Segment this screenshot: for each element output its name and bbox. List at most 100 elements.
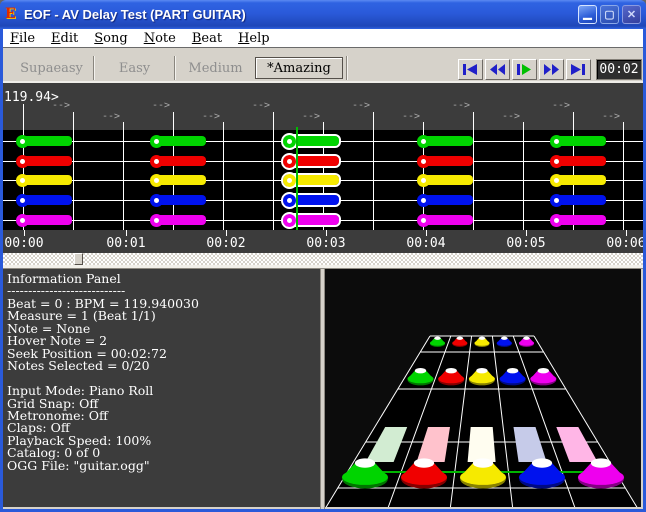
note[interactable] — [16, 214, 29, 227]
note[interactable] — [150, 194, 163, 207]
beat-line-header — [273, 112, 274, 130]
beat-line-header — [373, 112, 374, 130]
note-tail[interactable] — [22, 175, 72, 185]
note[interactable] — [16, 194, 29, 207]
note[interactable] — [283, 214, 296, 227]
note[interactable] — [150, 174, 163, 187]
timeline[interactable]: 00:0000:0100:0200:0300:0400:0500:06 — [3, 230, 643, 253]
note[interactable] — [283, 194, 296, 207]
note[interactable] — [550, 174, 563, 187]
note[interactable] — [417, 135, 430, 148]
note[interactable] — [550, 155, 563, 168]
gem-top-highlight — [591, 458, 611, 467]
note-tail[interactable] — [423, 156, 473, 166]
note-tail[interactable] — [156, 215, 206, 225]
go-to-start-button[interactable] — [458, 59, 483, 80]
note[interactable] — [16, 135, 29, 148]
note[interactable] — [417, 194, 430, 207]
minimize-button[interactable]: ▁ — [578, 5, 597, 24]
tab-easy[interactable]: Easy — [95, 57, 174, 79]
note[interactable] — [417, 155, 430, 168]
note-tail[interactable] — [556, 156, 606, 166]
gem-top-highlight — [415, 368, 426, 373]
note-tail[interactable] — [556, 215, 606, 225]
fast-forward-button[interactable] — [539, 59, 564, 80]
app-icon: E — [5, 7, 20, 22]
note[interactable] — [283, 135, 296, 148]
note[interactable] — [150, 214, 163, 227]
note[interactable] — [417, 174, 430, 187]
note[interactable] — [550, 135, 563, 148]
note-tail[interactable] — [22, 195, 72, 205]
close-button[interactable]: ✕ — [622, 5, 641, 24]
play-button[interactable] — [512, 59, 537, 80]
note-tail[interactable] — [156, 175, 206, 185]
scrollbar-thumb[interactable] — [74, 253, 83, 265]
note-center-dot — [154, 159, 159, 164]
horizontal-scrollbar[interactable] — [3, 253, 643, 265]
beat-arrow-icon: --> — [252, 101, 270, 111]
beat-arrow-icon: --> — [402, 112, 420, 122]
rewind-button[interactable] — [485, 59, 510, 80]
tab-medium[interactable]: Medium — [176, 57, 255, 79]
beat-line-header — [23, 104, 24, 130]
note[interactable] — [16, 155, 29, 168]
tab-separator — [346, 56, 348, 80]
note[interactable] — [550, 194, 563, 207]
note[interactable] — [283, 155, 296, 168]
note-tail[interactable] — [556, 175, 606, 185]
go-to-end-button[interactable] — [566, 59, 591, 80]
note-tail[interactable] — [423, 215, 473, 225]
timeline-label: 00:04 — [406, 236, 445, 251]
gem-skirt — [519, 340, 534, 345]
tab-supaeasy[interactable]: Supaeasy — [10, 57, 93, 79]
note-tail[interactable] — [22, 156, 72, 166]
note-tail[interactable] — [156, 156, 206, 166]
gem-skirt — [342, 469, 388, 485]
gem-skirt — [530, 374, 556, 383]
note-tail[interactable] — [556, 195, 606, 205]
menu-item-edit[interactable]: Edit — [51, 31, 78, 46]
tab-separator — [93, 56, 95, 80]
beat-arrow-icon: --> — [102, 112, 120, 122]
menu-item-help[interactable]: Help — [238, 31, 270, 46]
title-bar: E EOF - AV Delay Test (PART GUITAR) ▁ ▢ … — [0, 0, 646, 29]
note[interactable] — [550, 214, 563, 227]
note-center-dot — [287, 178, 292, 183]
note-tail[interactable] — [423, 136, 473, 146]
note-center-dot — [20, 139, 25, 144]
note-tail[interactable] — [556, 136, 606, 146]
note[interactable] — [16, 174, 29, 187]
note[interactable] — [283, 174, 296, 187]
note-tail[interactable] — [156, 195, 206, 205]
menu-item-beat[interactable]: Beat — [192, 31, 222, 46]
menu-item-note[interactable]: Note — [144, 31, 176, 46]
gem-top-highlight — [507, 368, 518, 373]
timeline-label: 00:00 — [4, 236, 43, 251]
note[interactable] — [150, 135, 163, 148]
beat-line — [623, 130, 624, 230]
note-tail[interactable] — [22, 215, 72, 225]
note-center-dot — [554, 139, 559, 144]
gem-skirt — [401, 469, 447, 485]
note-tail[interactable] — [423, 195, 473, 205]
note-tail[interactable] — [22, 136, 72, 146]
beat-line — [373, 130, 374, 230]
note-center-dot — [20, 178, 25, 183]
piano-roll-editor[interactable]: 119.94>-->-->-->-->-->-->-->-->-->-->-->… — [3, 83, 643, 253]
tab-amazing[interactable]: *Amazing — [255, 57, 343, 79]
maximize-button[interactable]: ▢ — [600, 5, 619, 24]
gem-skirt — [408, 374, 434, 383]
timeline-label: 00:03 — [306, 236, 345, 251]
note-center-dot — [20, 198, 25, 203]
seek-position-line — [296, 127, 298, 236]
menu-item-song[interactable]: Song — [94, 31, 127, 46]
note[interactable] — [417, 214, 430, 227]
note-tail[interactable] — [156, 136, 206, 146]
fast-forward-icon — [544, 64, 559, 75]
note-tail[interactable] — [423, 175, 473, 185]
note[interactable] — [150, 155, 163, 168]
menu-item-file[interactable]: File — [10, 31, 35, 46]
beat-line-header — [573, 112, 574, 130]
gem-top-highlight — [414, 458, 434, 467]
